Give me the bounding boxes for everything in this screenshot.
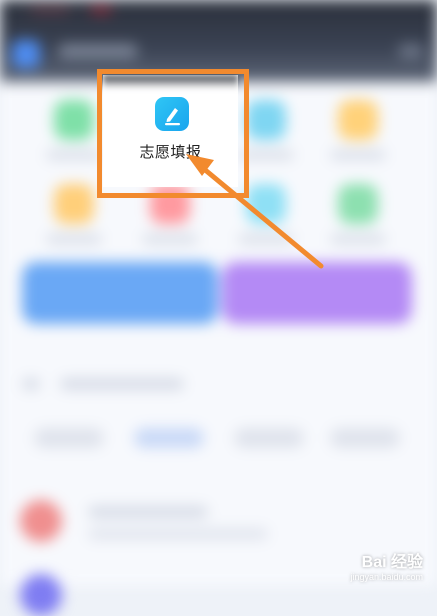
- baidu-watermark: Bai 经验 jingyan.baidu.com: [350, 548, 423, 582]
- annotation-arrow: [186, 154, 324, 269]
- watermark-url: jingyan.baidu.com: [350, 572, 423, 582]
- watermark-logo: Bai 经验: [361, 554, 423, 571]
